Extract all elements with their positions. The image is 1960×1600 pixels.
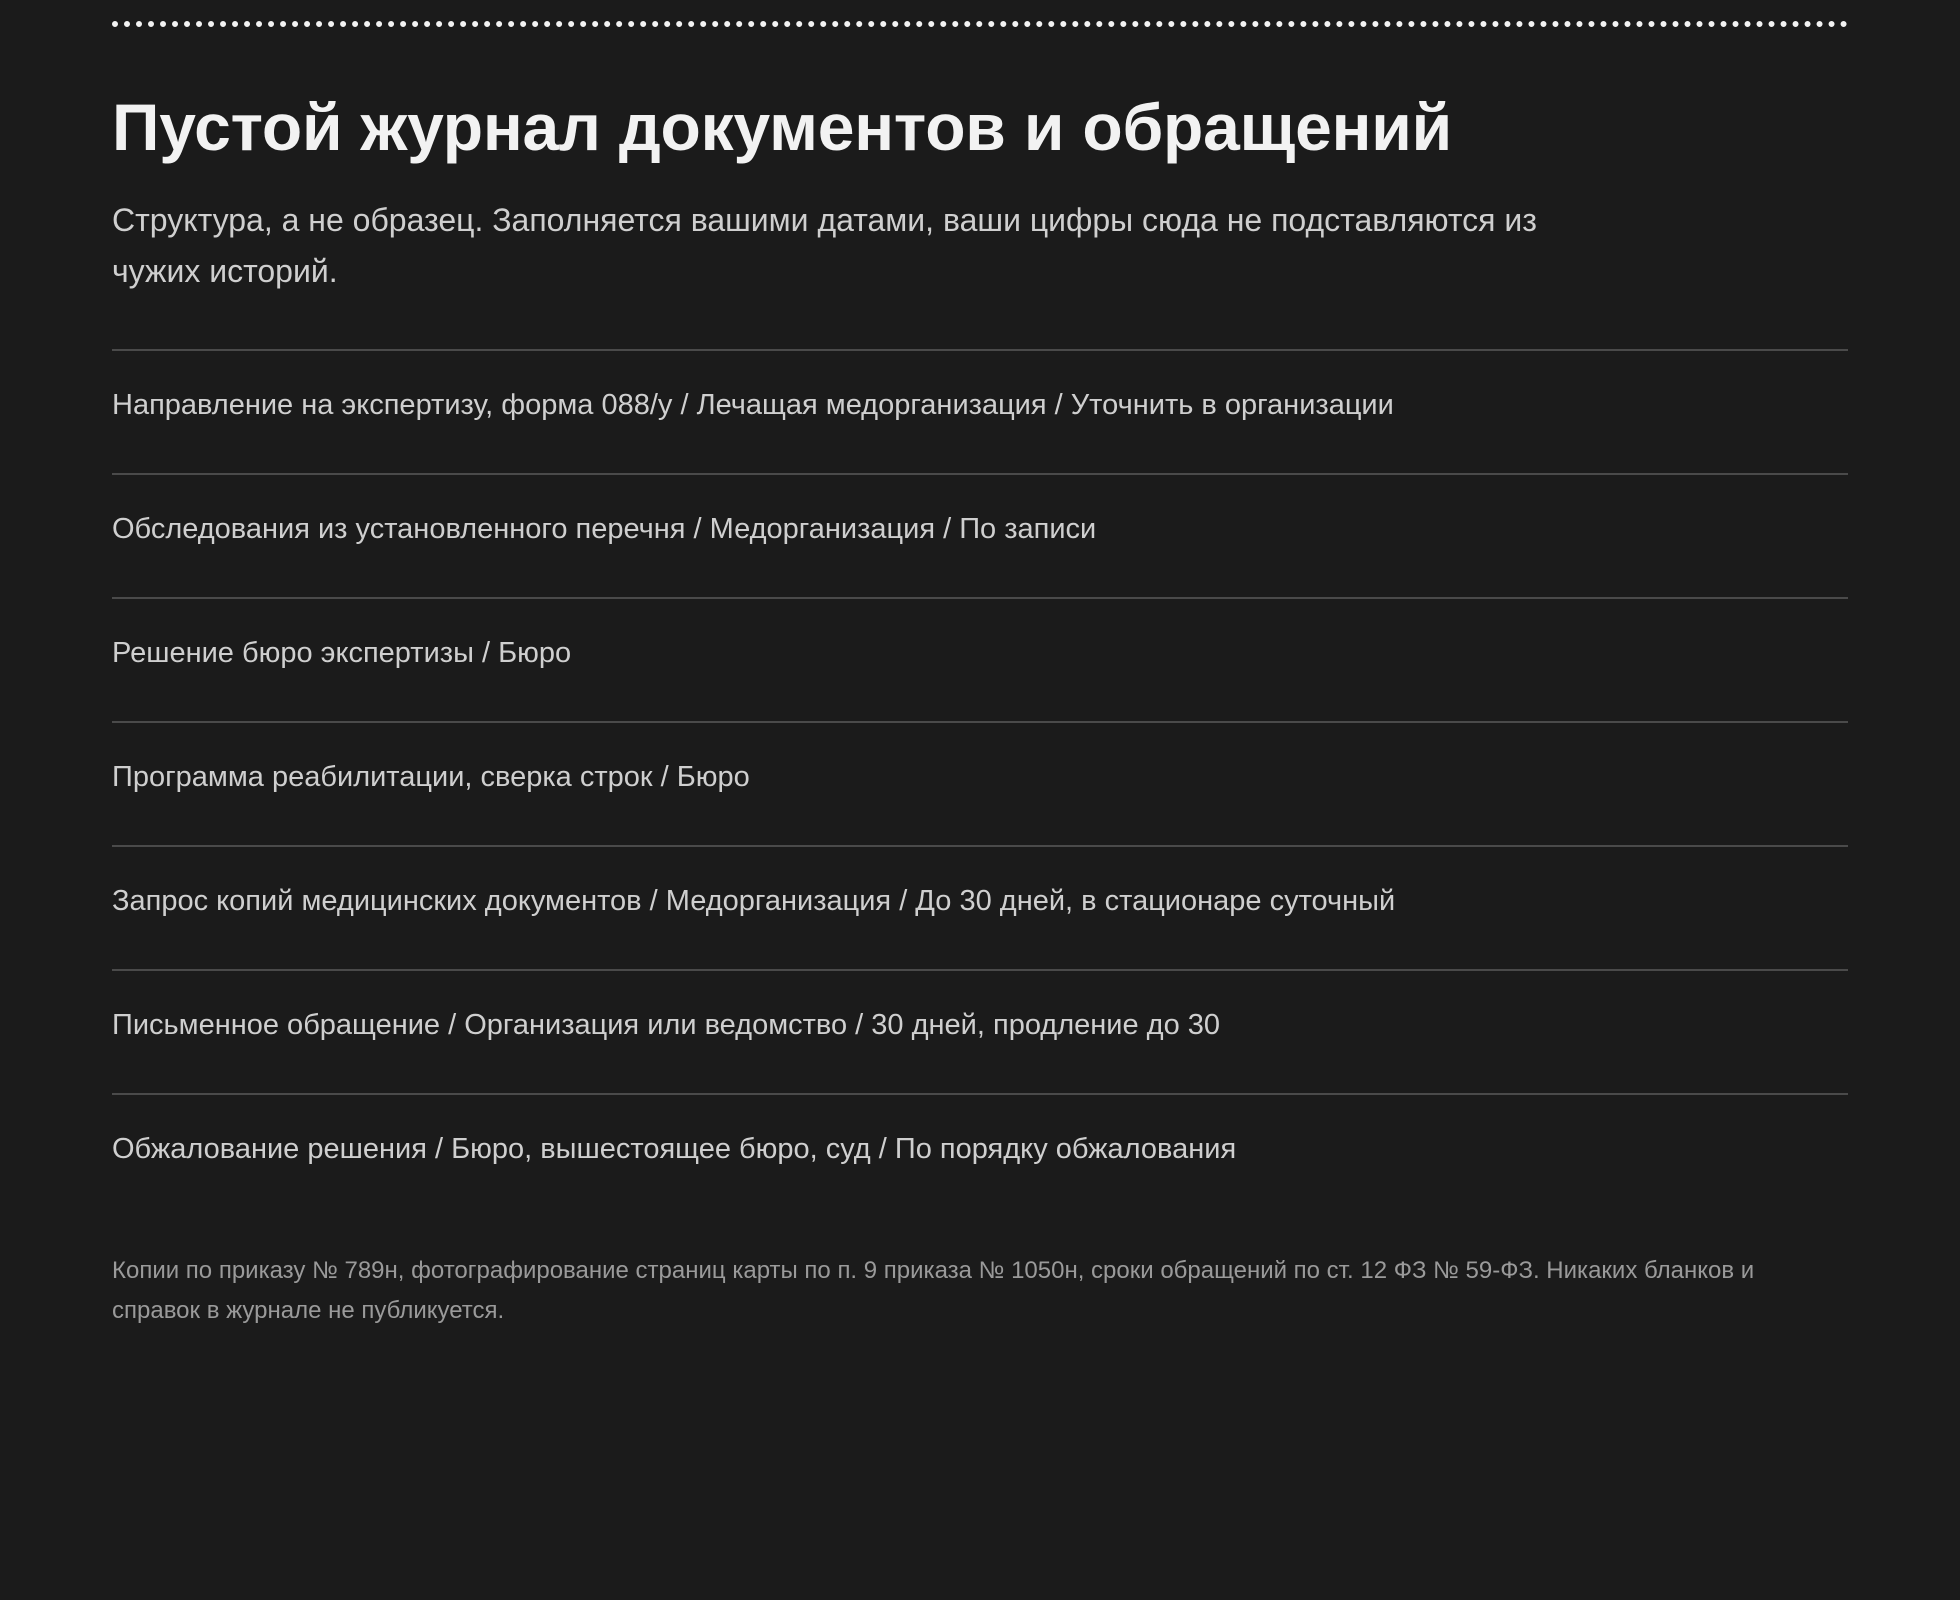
dotted-divider	[112, 21, 1848, 27]
list-item-text: Обжалование решения / Бюро, вышестоящее …	[112, 1133, 1237, 1166]
list-item-text: Письменное обращение / Организация или в…	[112, 1009, 1221, 1042]
list-item-text: Направление на экспертизу, форма 088/у /…	[112, 389, 1394, 422]
list-item-text: Решение бюро экспертизы / Бюро	[112, 637, 572, 670]
list-item: Запрос копий медицинских документов / Ме…	[112, 847, 1848, 971]
page-title: Пустой журнал документов и обращений	[112, 90, 1453, 164]
footnote: Копии по приказу № 789н, фотографировани…	[112, 1256, 1755, 1324]
document-journal-section: Пустой журнал документов и обращений Стр…	[112, 0, 1848, 1331]
list-item: Обследования из установленного перечня /…	[112, 475, 1848, 599]
list-item-text: Запрос копий медицинских документов / Ме…	[112, 885, 1396, 918]
list-item: Решение бюро экспертизы / Бюро	[112, 599, 1848, 723]
list-item: Программа реабилитации, сверка строк / Б…	[112, 723, 1848, 847]
list-item-text: Программа реабилитации, сверка строк / Б…	[112, 761, 750, 794]
list-item: Направление на экспертизу, форма 088/у /…	[112, 351, 1848, 475]
journal-list: Направление на экспертизу, форма 088/у /…	[112, 348, 1848, 1217]
list-item: Обжалование решения / Бюро, вышестоящее …	[112, 1095, 1848, 1217]
lead-text: Структура, а не образец. Заполняется ваш…	[112, 201, 1537, 289]
list-item: Письменное обращение / Организация или в…	[112, 971, 1848, 1095]
page: Пустой журнал документов и обращений Стр…	[0, 0, 1960, 1600]
list-item-text: Обследования из установленного перечня /…	[112, 513, 1097, 546]
